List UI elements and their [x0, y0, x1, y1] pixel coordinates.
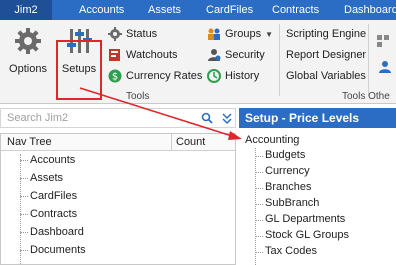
menu-bar: Jim2 Accounts Assets CardFiles Contracts… [0, 0, 396, 20]
user-tool-icon[interactable] [378, 60, 392, 77]
column-header-count[interactable]: Count [176, 136, 205, 148]
nav-tree: Nav Tree Count Accounts Assets CardFiles… [0, 133, 236, 265]
extra-tool-icon[interactable] [376, 34, 390, 51]
tree-item-currency[interactable]: Currency [239, 164, 396, 180]
chevron-down-icon: ▼ [265, 29, 273, 39]
tree-item-label: Budgets [265, 149, 306, 161]
security-icon [207, 48, 221, 62]
watchouts-label: Watchouts [126, 49, 178, 61]
nav-item-label: Contracts [30, 208, 78, 220]
watchouts-button[interactable]: Watchouts [108, 47, 178, 63]
tree-item-branches[interactable]: Branches [239, 180, 396, 196]
nav-item-label: Accounts [30, 154, 76, 166]
tree-item-label: GL Departments [265, 213, 346, 225]
gear-icon [13, 26, 43, 59]
menu-accounts[interactable]: Accounts [79, 0, 124, 20]
history-icon [207, 69, 221, 83]
menu-dashboard[interactable]: Dashboard [344, 0, 396, 20]
nav-item-label: Assets [30, 172, 64, 184]
nav-item-label: CardFiles [30, 190, 78, 202]
nav-item-assets[interactable]: Assets [1, 170, 235, 188]
nav-item-label: Documents [30, 244, 86, 256]
scripting-engine-button[interactable]: Scripting Engine [286, 26, 366, 42]
tree-item-subbranch[interactable]: SubBranch [239, 196, 396, 212]
groups-label: Groups [225, 28, 262, 40]
tree-item-label: Tax Codes [265, 245, 317, 257]
security-button[interactable]: Security [207, 47, 265, 63]
tree-item-label: SubBranch [265, 197, 320, 209]
tree-item-budgets[interactable]: Budgets [239, 148, 396, 164]
app-name: Jim2 [14, 4, 38, 16]
security-label: Security [225, 49, 265, 61]
tools-group-label: Tools [126, 91, 150, 102]
nav-item-contracts[interactable]: Contracts [1, 206, 235, 224]
tree-item-label: Stock GL Groups [265, 229, 349, 241]
history-button[interactable]: History [207, 68, 259, 84]
nav-item-cardfiles[interactable]: CardFiles [1, 188, 235, 206]
history-label: History [225, 70, 260, 82]
search-icon[interactable] [201, 112, 213, 127]
menu-assets[interactable]: Assets [148, 0, 181, 20]
tree-item-label: Branches [265, 181, 312, 193]
chevron-double-down-icon[interactable] [221, 111, 233, 128]
column-header-nav-tree[interactable]: Nav Tree [7, 136, 52, 148]
currency-rates-label: Currency Rates [126, 70, 203, 82]
tools-other-group-label: Tools Othe [342, 91, 390, 102]
panel-title: Setup - Price Levels [239, 108, 396, 128]
tree-item-gl-departments[interactable]: GL Departments [239, 212, 396, 228]
tree-root-accounting[interactable]: Accounting [245, 134, 299, 146]
status-label: Status [126, 28, 158, 40]
nav-item-accounts[interactable]: Accounts [1, 152, 235, 170]
ribbon-separator-2 [368, 24, 369, 96]
setups-highlight-box [56, 40, 102, 100]
svg-text:$: $ [112, 72, 118, 83]
setup-tree: Accounting Budgets Currency Branches Sub… [239, 128, 396, 265]
gear-small-icon [108, 27, 122, 41]
menu-contracts[interactable]: Contracts [272, 0, 319, 20]
watchouts-icon [108, 48, 122, 62]
column-divider [171, 134, 172, 151]
search-box[interactable]: Search Jim2 [0, 108, 236, 128]
search-placeholder: Search Jim2 [7, 112, 69, 124]
tree-item-stock-gl-groups[interactable]: Stock GL Groups [239, 228, 396, 244]
tree-item-label: Currency [265, 165, 310, 177]
tree-item-tax-codes[interactable]: Tax Codes [239, 244, 396, 260]
menu-cardfiles[interactable]: CardFiles [206, 0, 253, 20]
report-designer-button[interactable]: Report Designer [286, 47, 366, 63]
currency-icon: $ [108, 69, 122, 83]
ribbon-separator [279, 24, 280, 96]
nav-item-dashboard[interactable]: Dashboard [1, 224, 235, 242]
options-button[interactable]: Options [8, 26, 48, 75]
app-menu-button[interactable]: Jim2 [0, 0, 52, 20]
ribbon: Options Setups Status Watchouts $ Curren… [0, 20, 396, 104]
nav-tree-header: Nav Tree Count [1, 134, 235, 151]
status-button[interactable]: Status [108, 26, 157, 42]
currency-rates-button[interactable]: $ Currency Rates [108, 68, 202, 84]
nav-item-documents[interactable]: Documents [1, 242, 235, 260]
groups-button[interactable]: Groups ▼ [207, 26, 273, 42]
options-label: Options [9, 63, 47, 75]
global-variables-button[interactable]: Global Variables [286, 68, 366, 84]
nav-item-label: Dashboard [30, 226, 84, 238]
groups-icon [207, 27, 221, 41]
